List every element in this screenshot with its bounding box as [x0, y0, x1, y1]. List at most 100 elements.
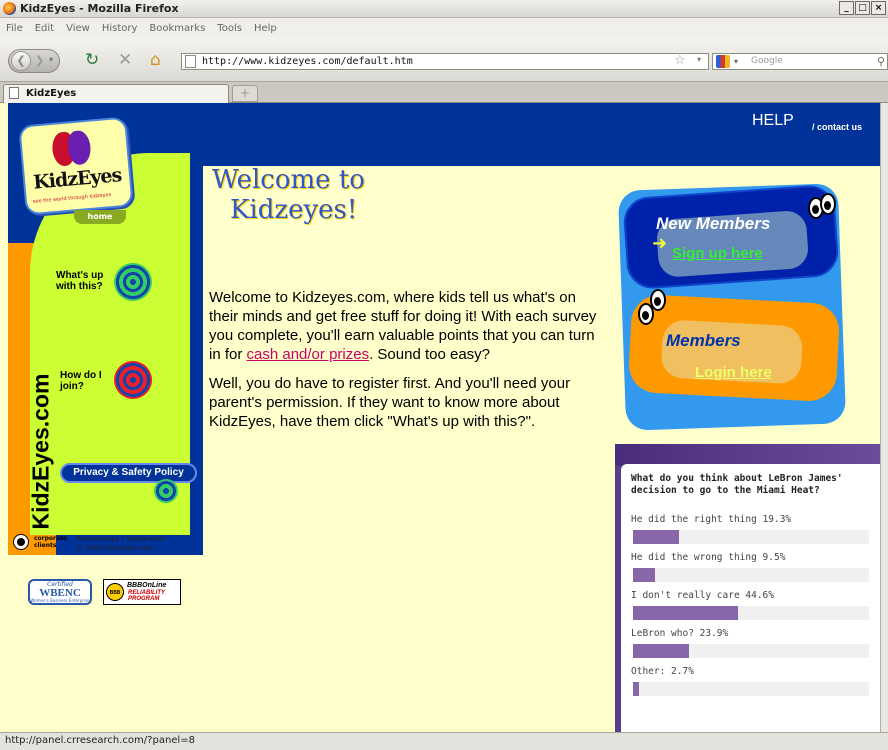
- corporate-clients-link[interactable]: corporate clients: [34, 535, 68, 549]
- partnerships-link[interactable]: Partnerships / Webmaster: [76, 535, 166, 543]
- bookmark-star-icon[interactable]: ☆: [674, 53, 686, 68]
- welcome-line-2: Kidzeyes!: [230, 195, 358, 225]
- reload-icon[interactable]: ↻: [85, 51, 99, 69]
- cash-prizes-link[interactable]: cash and/or prizes: [247, 346, 370, 363]
- green-swirl-icon[interactable]: [114, 263, 152, 301]
- welcome-heading: Welcome to Kidzeyes!: [212, 165, 365, 225]
- engine-dropdown-icon[interactable]: ▾: [734, 54, 738, 69]
- poll-bar-track: [633, 606, 869, 620]
- wbenc-badge[interactable]: Certified WBENC Women's Business Enterpr…: [28, 579, 92, 605]
- poll-header: [615, 444, 880, 466]
- intro-paragraph-1: Welcome to Kidzeyes.com, where kids tell…: [209, 288, 599, 364]
- status-bar: http://panel.crresearch.com/?panel=8: [0, 732, 888, 750]
- google-icon[interactable]: [716, 55, 730, 68]
- close-button[interactable]: ×: [871, 1, 886, 15]
- eye-icon-4: [650, 289, 666, 311]
- search-box[interactable]: ▾ Google ⚲: [712, 53, 888, 70]
- small-swirl-icon[interactable]: [154, 479, 178, 503]
- menu-help[interactable]: Help: [254, 23, 277, 34]
- menu-edit[interactable]: Edit: [35, 23, 54, 34]
- login-link[interactable]: Login here: [695, 364, 772, 381]
- bbb-sub: RELIABILITY PROGRAM: [128, 590, 165, 602]
- minimize-button[interactable]: _: [839, 1, 854, 15]
- home-icon[interactable]: ⌂: [150, 51, 161, 69]
- maximize-button[interactable]: □: [855, 1, 870, 15]
- wbenc-name: WBENC: [39, 587, 81, 599]
- poll-option[interactable]: He did the wrong thing 9.5%: [631, 552, 785, 563]
- search-icon[interactable]: ⚲: [877, 54, 885, 69]
- help-link[interactable]: HELP: [752, 112, 794, 130]
- how-join-link[interactable]: How do I join?: [60, 370, 112, 392]
- poll-bar-track: [633, 568, 869, 582]
- poll-bar-fill: [633, 606, 739, 620]
- menu-history[interactable]: History: [102, 23, 138, 34]
- poll-bar-track: [633, 644, 869, 658]
- poll-option[interactable]: He did the right thing 19.3%: [631, 514, 791, 525]
- signup-link[interactable]: Sign up here: [672, 245, 763, 262]
- title-bar: KidzEyes - Mozilla Firefox _ □ ×: [0, 0, 888, 18]
- url-dropdown-icon[interactable]: ▾: [697, 55, 701, 64]
- vertical-scrollbar[interactable]: [880, 103, 888, 732]
- menu-view[interactable]: View: [66, 23, 90, 34]
- window-title: KidzEyes - Mozilla Firefox: [20, 2, 179, 15]
- history-dropdown-icon[interactable]: ▾: [49, 55, 53, 64]
- poll-option[interactable]: I don't really care 44.6%: [631, 590, 774, 601]
- poll-body: What do you think about LeBron James' de…: [621, 464, 880, 732]
- poll-bar-fill: [633, 530, 679, 544]
- poll-bar-track: [633, 530, 869, 544]
- poll-bar-fill: [633, 644, 690, 658]
- contact-link[interactable]: / contact us: [812, 122, 862, 132]
- search-placeholder: Google: [751, 56, 783, 66]
- page-content: HELP / contact us KidzEyes see the world…: [0, 103, 880, 732]
- welcome-line-1: Welcome to: [212, 165, 365, 195]
- new-tab-button[interactable]: +: [232, 85, 258, 102]
- back-button[interactable]: ❮: [11, 51, 31, 71]
- bbb-title: BBBOnLine: [127, 582, 167, 589]
- privacy-policy-button[interactable]: Privacy & Safety Policy: [60, 463, 197, 483]
- logo-tagline: see the world through kidzeyes: [32, 192, 112, 205]
- address-bar[interactable]: http://www.kidzeyes.com/default.htm: [181, 53, 709, 70]
- kidzeyes-logo[interactable]: KidzEyes see the world through kidzeyes: [18, 116, 134, 216]
- poll-bar-fill: [633, 682, 640, 696]
- forward-button[interactable]: ❯: [35, 54, 44, 67]
- menu-file[interactable]: File: [6, 23, 23, 34]
- back-forward-group: ❮ ❯ ▾: [8, 49, 60, 73]
- poll-bar-track: [633, 682, 869, 696]
- menu-bar: File Edit View History Bookmarks Tools H…: [0, 18, 888, 38]
- poll-bar-fill: [633, 568, 656, 582]
- home-button[interactable]: home: [74, 210, 126, 224]
- poll-question: What do you think about LeBron James' de…: [631, 473, 843, 496]
- menu-tools[interactable]: Tools: [217, 23, 242, 34]
- browser-window: KidzEyes - Mozilla Firefox _ □ × File Ed…: [0, 0, 888, 750]
- members-title: Members: [666, 331, 741, 350]
- bbb-seal-icon: BBB: [106, 583, 124, 601]
- eye-icon-2: [820, 193, 836, 215]
- url-text: http://www.kidzeyes.com/default.htm: [202, 56, 413, 67]
- tab-strip: KidzEyes +: [0, 82, 888, 103]
- document-icon: [9, 87, 19, 99]
- poll-option[interactable]: Other: 2.7%: [631, 666, 694, 677]
- red-swirl-icon[interactable]: [114, 361, 152, 399]
- new-members-title: New Members: [656, 214, 771, 233]
- intro-paragraph-2: Well, you do have to register first. And…: [209, 375, 571, 430]
- wbenc-sub: Women's Business Enterprise: [30, 598, 90, 603]
- bbb-badge[interactable]: BBB BBBOnLine RELIABILITY PROGRAM: [103, 579, 181, 605]
- poll-option[interactable]: LeBron who? 23.9%: [631, 628, 728, 639]
- corporate-icon[interactable]: [14, 535, 28, 549]
- copyright: © 2000 kidzeyes.com: [76, 544, 153, 552]
- menu-bookmarks[interactable]: Bookmarks: [149, 23, 205, 34]
- logo-name: KidzEyes: [32, 164, 123, 194]
- intro-p1-end: . Sound too easy?: [369, 346, 491, 363]
- tab-kidzeyes[interactable]: KidzEyes: [3, 84, 229, 103]
- arrow-icon: ➜: [652, 233, 668, 254]
- firefox-icon: [3, 2, 16, 15]
- intro-text: Welcome to Kidzeyes.com, where kids tell…: [209, 288, 599, 441]
- whats-up-link[interactable]: What's up with this?: [56, 270, 116, 292]
- navigation-toolbar: ❮ ❯ ▾ ↻ ✕ ⌂ http://www.kidzeyes.com/defa…: [0, 38, 888, 82]
- stop-icon[interactable]: ✕: [118, 51, 132, 69]
- status-text: http://panel.crresearch.com/?panel=8: [5, 735, 195, 746]
- tab-title: KidzEyes: [26, 88, 77, 99]
- vertical-brand: KidzEyes.com: [27, 373, 54, 530]
- page-icon: [185, 55, 196, 68]
- poll-widget: What do you think about LeBron James' de…: [615, 444, 880, 732]
